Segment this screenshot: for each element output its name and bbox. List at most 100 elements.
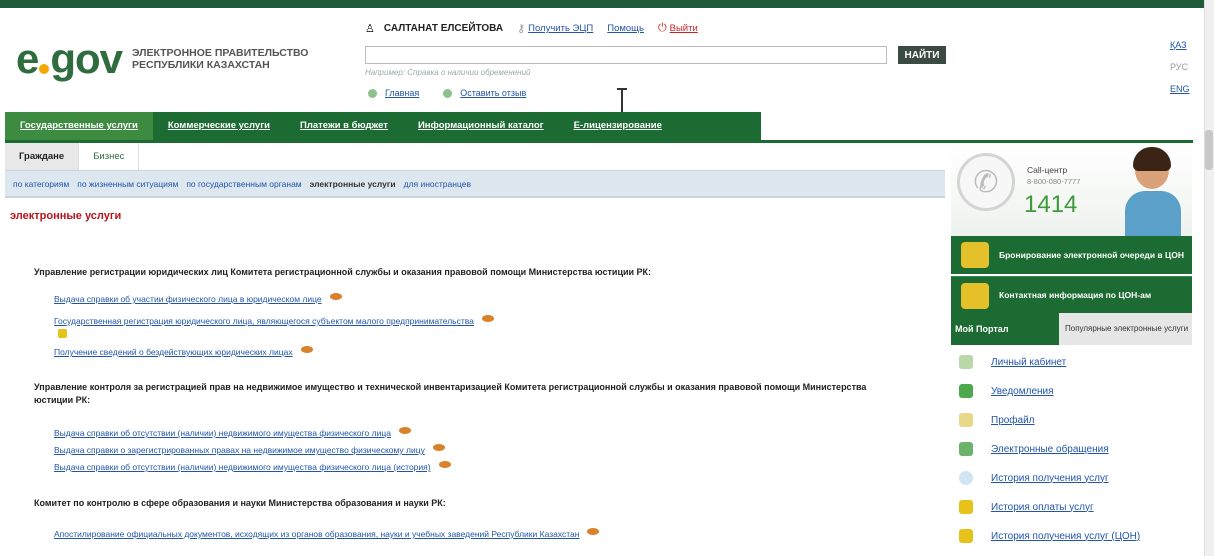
notification-icon [959, 384, 973, 398]
portal-link-label: Личный кабинет [991, 356, 1067, 368]
eye-icon [438, 460, 451, 468]
vertical-scrollbar[interactable] [1204, 0, 1214, 556]
top-border [0, 0, 1204, 8]
call-center-short-number: 1414 [1024, 191, 1078, 218]
payment-icon [959, 500, 973, 514]
home-icon [368, 88, 377, 98]
home-icon [959, 355, 973, 369]
logo-e: e [16, 35, 39, 82]
portal-link-appeals[interactable]: Электронные обращения [959, 442, 1109, 456]
eye-icon [329, 292, 342, 300]
nav-info-catalog[interactable]: Информационный каталог [403, 112, 559, 140]
contacts-label: Контактная информация по ЦОН-ам [999, 290, 1152, 300]
filter-life-situations[interactable]: по жизненным ситуациям [77, 179, 178, 189]
scrollbar-thumb[interactable] [1205, 130, 1213, 170]
audience-tabs: Граждане Бизнес [5, 143, 140, 170]
service-link[interactable]: Выдача справки об отсутствии (наличии) н… [54, 460, 451, 472]
portal-link-label: Уведомления [991, 385, 1054, 397]
feedback-link[interactable]: Оставить отзыв [443, 88, 526, 98]
booking-label: Бронирование электронной очереди в ЦОН [999, 249, 1184, 260]
home-label: Главная [385, 88, 420, 98]
logo-gov: gov [50, 35, 123, 82]
nav-e-licensing[interactable]: Е-лицензирование [559, 112, 677, 140]
service-link[interactable]: Выдача справки об отсутствии (наличии) н… [54, 426, 411, 438]
call-center-phone: 8-800-080-7777 [1027, 177, 1081, 186]
right-sidebar: ✆ Call-центр 8-800-080-7777 1414 Брониро… [951, 143, 1192, 556]
logout-link[interactable]: Выйти [670, 23, 698, 34]
history-icon [959, 471, 973, 485]
filter-bar: по категориям по жизненным ситуациям по … [5, 170, 945, 198]
logout-icon: ⏻ [657, 22, 667, 34]
portal-link-cabinet[interactable]: Личный кабинет [959, 355, 1066, 369]
nav-budget-payments[interactable]: Платежи в бюджет [285, 112, 403, 140]
eye-icon [300, 345, 313, 353]
phone-icon: ✆ [957, 153, 1015, 211]
portal-link-label: История получения услуг [991, 472, 1109, 484]
group-heading: Управление регистрации юридических лиц К… [34, 267, 652, 277]
search-input[interactable] [365, 46, 887, 64]
portal-link-label: История оплаты услуг [991, 501, 1094, 513]
portal-link-label: Профайл [991, 414, 1035, 426]
portal-tabs: Мой Портал Популярные электронные услуги [951, 313, 1192, 345]
call-center-banner[interactable]: ✆ Call-центр 8-800-080-7777 1414 [951, 143, 1192, 236]
contacts-icon [961, 283, 989, 309]
lang-kaz[interactable]: ҚАЗ [1170, 34, 1190, 56]
filter-categories[interactable]: по категориям [13, 179, 69, 189]
portal-link-con-history[interactable]: История получения услуг (ЦОН) [959, 529, 1140, 543]
tab-business[interactable]: Бизнес [79, 143, 140, 170]
contact-info-button[interactable]: Контактная информация по ЦОН-ам [951, 276, 1192, 314]
tab-citizens[interactable]: Граждане [5, 143, 80, 170]
help-link[interactable]: Помощь [607, 23, 644, 34]
user-bar: ♙ САЛТАНАТ ЕЛСЕЙТОВА ⚷ Получить ЭЦП Помо… [365, 22, 712, 35]
service-link[interactable]: Выдача справки о зарегистрированных прав… [54, 443, 445, 455]
key-icon [58, 329, 67, 338]
service-link[interactable]: Государственная регистрация юридического… [54, 314, 494, 326]
search-hint: Например: Справка о наличии обременений [365, 68, 531, 77]
service-link[interactable]: Выдача справки об участии физического ли… [54, 292, 342, 304]
nav-commercial-services[interactable]: Коммерческие услуги [153, 112, 285, 140]
service-link-label: Выдача справки об отсутствии (наличии) н… [54, 462, 431, 472]
nav-gov-services[interactable]: Государственные услуги [5, 112, 153, 140]
service-link[interactable]: Получение сведений о бездействующих юрид… [54, 345, 313, 357]
search-button[interactable]: НАЙТИ [898, 46, 946, 64]
filter-foreigners[interactable]: для иностранцев [404, 179, 471, 189]
key-icon: ⚷ [517, 23, 526, 35]
logo-dot-icon [39, 64, 50, 74]
portal-link-label: История получения услуг (ЦОН) [991, 530, 1141, 542]
lang-rus[interactable]: РУС [1170, 56, 1190, 78]
feedback-label: Оставить отзыв [460, 88, 527, 98]
service-link-label: Апостилирование официальных документов, … [54, 529, 580, 539]
portal-link-notifications[interactable]: Уведомления [959, 384, 1054, 398]
tab-my-portal[interactable]: Мой Портал [951, 313, 1059, 345]
filter-e-services[interactable]: электронные услуги [310, 179, 396, 189]
group-heading: Управление контроля за регистрацией прав… [34, 382, 867, 405]
get-eds-link[interactable]: Получить ЭЦП [528, 23, 593, 34]
service-link-label: Выдача справки о зарегистрированных прав… [54, 445, 425, 455]
eye-icon [432, 443, 445, 451]
home-link[interactable]: Главная [368, 88, 419, 98]
call-center-label: Call-центр [1027, 165, 1068, 175]
service-link[interactable]: Апостилирование официальных документов, … [54, 527, 600, 539]
service-link-label: Государственная регистрация юридического… [54, 316, 474, 326]
portal-link-payment-history[interactable]: История оплаты услуг [959, 500, 1094, 514]
logo-caption: ЭЛЕКТРОННОЕ ПРАВИТЕЛЬСТВО РЕСПУБЛИКИ КАЗ… [132, 47, 308, 71]
lang-eng[interactable]: ENG [1170, 78, 1190, 100]
profile-icon [959, 413, 973, 427]
header-sublinks: Главная Оставить отзыв [368, 88, 550, 98]
group-heading: Комитет по контролю в сфере образования … [34, 498, 446, 508]
queue-icon [961, 242, 989, 268]
portal-link-service-history[interactable]: История получения услуг [959, 471, 1109, 485]
portal-link-profile[interactable]: Профайл [959, 413, 1035, 427]
service-link-label: Выдача справки об участии физического ли… [54, 294, 322, 304]
con-history-icon [959, 529, 973, 543]
feedback-icon [443, 88, 453, 98]
eye-icon [587, 527, 600, 535]
service-link-label: Получение сведений о бездействующих юрид… [54, 347, 293, 357]
booking-queue-button[interactable]: Бронирование электронной очереди в ЦОН [951, 236, 1192, 274]
document-icon [959, 442, 973, 456]
filter-gov-agencies[interactable]: по государственным органам [186, 179, 301, 189]
egov-logo[interactable]: e gov ЭЛЕКТРОННОЕ ПРАВИТЕЛЬСТВО РЕСПУБЛИ… [16, 38, 308, 80]
language-switcher: ҚАЗ РУС ENG [1170, 34, 1190, 100]
tab-popular-services[interactable]: Популярные электронные услуги [1059, 313, 1192, 345]
section-title: электронные услуги [10, 210, 122, 222]
